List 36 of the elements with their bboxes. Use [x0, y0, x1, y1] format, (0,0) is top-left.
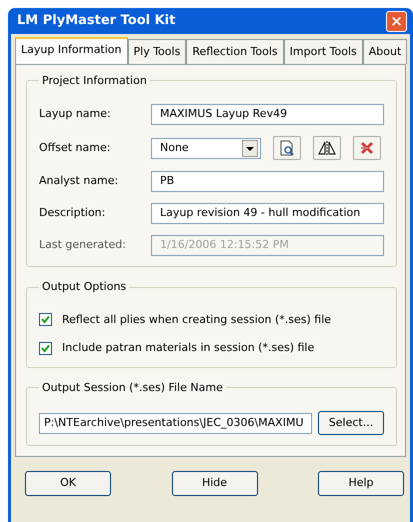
tool-button[interactable]	[273, 136, 301, 160]
input-field[interactable]: P:\NTEarchive\presentations\JEC_0306\MAXIMU	[39, 412, 312, 434]
dropdown-value: None	[160, 140, 189, 156]
group-title: Project Information	[41, 72, 148, 88]
checkbox-label: Include patran materials in session (*.ses) file	[62, 340, 314, 356]
tab[interactable]: Import Tools	[284, 39, 363, 64]
input-field[interactable]: MAXIMUS Layup Rev49	[151, 104, 384, 125]
close-button[interactable]: ×	[386, 10, 407, 32]
input-field: 1/16/2006 12:15:52 PM	[151, 235, 384, 256]
tool-button[interactable]	[313, 136, 341, 160]
input-field[interactable]: Layup revision 49 - hull modification	[151, 203, 384, 224]
field-label: Analyst name:	[39, 173, 120, 190]
mirror-icon	[318, 140, 336, 156]
field-label: Description:	[39, 205, 106, 222]
window-title: LM PlyMaster Tool Kit	[17, 12, 176, 30]
tab[interactable]: Reflection Tools	[186, 39, 284, 64]
field-label: Offset name:	[39, 140, 112, 156]
dialog-button[interactable]: Help	[318, 471, 404, 496]
select-button[interactable]: Select...	[318, 411, 384, 435]
checkbox[interactable]	[39, 342, 52, 355]
input-field[interactable]: PB	[151, 171, 384, 192]
delete-icon	[359, 140, 375, 156]
caret-icon[interactable]	[242, 140, 258, 156]
tab[interactable]: About	[362, 39, 408, 64]
preview-icon	[279, 140, 295, 156]
field-label: Layup name:	[39, 106, 112, 122]
group-title: Output Session (*.ses) File Name	[41, 380, 224, 396]
field-label: Last generated:	[39, 237, 127, 254]
dialog-button[interactable]: Hide	[172, 471, 258, 496]
checkbox[interactable]	[39, 313, 52, 326]
dialog-button[interactable]: OK	[25, 471, 111, 496]
checkbox-label: Reflect all plies when creating session (*.ses) file	[62, 312, 332, 328]
tab[interactable]: Ply Tools	[128, 39, 186, 64]
group-title: Output Options	[41, 279, 128, 295]
tab[interactable]: Layup Information	[15, 37, 128, 64]
dropdown[interactable]: None	[151, 138, 261, 158]
